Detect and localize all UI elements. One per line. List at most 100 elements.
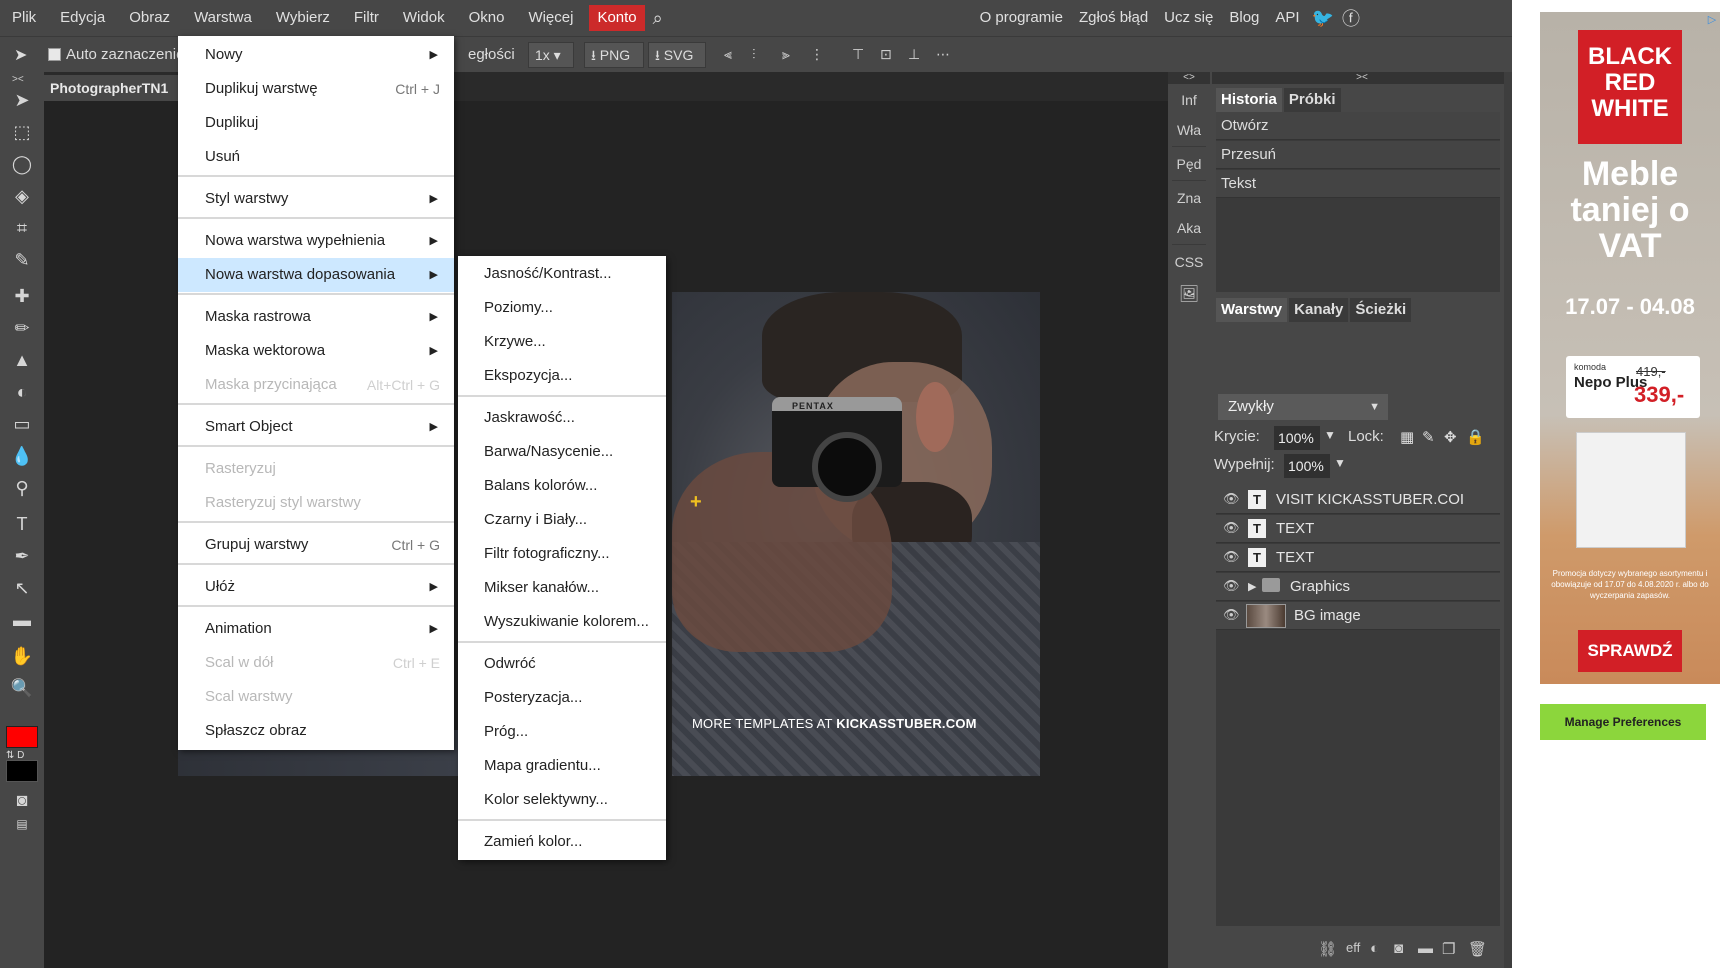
submenu-posterize[interactable]: Posteryzacja... — [458, 682, 666, 714]
history-entry[interactable]: Tekst — [1216, 170, 1500, 198]
account-button[interactable]: Konto — [589, 5, 645, 31]
align-left-icon[interactable]: ⫷ — [724, 46, 732, 63]
submenu-exposure[interactable]: Ekspozycja... — [458, 360, 666, 392]
side-tab-brush[interactable]: Pęd — [1168, 156, 1210, 172]
quick-select-icon[interactable]: ◈ — [10, 184, 34, 208]
history-entry[interactable]: Przesuń — [1216, 141, 1500, 169]
about-link[interactable]: O programie — [972, 0, 1071, 36]
ad-cta-button[interactable]: SPRAWDŹ — [1578, 630, 1682, 672]
submenu-vibrance[interactable]: Jaskrawość... — [458, 402, 666, 434]
panel-scrollbar[interactable] — [1504, 72, 1512, 968]
dodge-icon[interactable]: ⚲ — [10, 476, 34, 500]
submenu-curves[interactable]: Krzywe... — [458, 326, 666, 358]
submenu-photo-filter[interactable]: Filtr fotograficzny... — [458, 538, 666, 570]
tab-paths[interactable]: Ścieżki — [1350, 298, 1412, 322]
opacity-dropdown-icon[interactable]: ▼ — [1324, 428, 1336, 442]
shape-tool-icon[interactable]: ▬ — [10, 608, 34, 632]
auto-select-checkbox[interactable] — [48, 48, 61, 61]
menu-edycja[interactable]: Edycja — [48, 0, 117, 36]
tab-swatches[interactable]: Próbki — [1283, 88, 1341, 112]
fill-dropdown-icon[interactable]: ▼ — [1334, 456, 1346, 470]
ad-choices-icon[interactable]: ▷ — [1704, 12, 1720, 28]
foreground-color[interactable] — [6, 726, 38, 748]
lock-transparency-icon[interactable]: ▦ — [1400, 428, 1414, 446]
collapse-icon[interactable]: >< — [1212, 72, 1512, 84]
zoom-select[interactable]: 1x ▾ — [528, 42, 574, 68]
hand-tool-icon[interactable]: ✋ — [10, 644, 34, 668]
submenu-selective-color[interactable]: Kolor selektywny... — [458, 784, 666, 816]
side-tab-character[interactable]: Zna — [1168, 190, 1210, 206]
submenu-brightness-contrast[interactable]: Jasność/Kontrast... — [458, 258, 666, 290]
eye-icon[interactable]: 👁 — [1223, 578, 1240, 594]
menu-item-new-adjustment-layer[interactable]: Nowa warstwa dopasowania ▶ — [178, 258, 454, 292]
menu-item-smart-object[interactable]: Smart Object ▶ — [178, 410, 454, 444]
export-svg-button[interactable]: ⭳ SVG — [648, 42, 706, 68]
submenu-color-lookup[interactable]: Wyszukiwanie kolorem... — [458, 606, 666, 638]
layer-row[interactable]: 👁 ▶ Graphics — [1216, 573, 1500, 601]
canvas-image[interactable]: PENTAX MORE TEMPLATES AT KICKASSTUBER.CO… — [672, 292, 1040, 776]
stamp-icon[interactable]: ▲ — [10, 348, 34, 372]
menu-item-new[interactable]: Nowy ▶ — [178, 38, 454, 72]
menu-warstwa[interactable]: Warstwa — [182, 0, 264, 36]
tab-layers[interactable]: Warstwy — [1216, 298, 1288, 322]
background-color[interactable] — [6, 760, 38, 782]
menu-item-flatten[interactable]: Spłaszcz obraz — [178, 714, 454, 748]
menu-item-vector-mask[interactable]: Maska wektorowa ▶ — [178, 334, 454, 368]
api-link[interactable]: API — [1267, 0, 1307, 36]
brush-icon[interactable]: ✏ — [10, 316, 34, 340]
quick-mask-icon[interactable]: ◙ — [10, 788, 34, 812]
submenu-channel-mixer[interactable]: Mikser kanałów... — [458, 572, 666, 604]
submenu-hue-saturation[interactable]: Barwa/Nasycenie... — [458, 436, 666, 468]
submenu-invert[interactable]: Odwróć — [458, 648, 666, 680]
learn-link[interactable]: Ucz się — [1156, 0, 1221, 36]
crop-tool-icon[interactable]: ⌗ — [10, 216, 34, 240]
eye-icon[interactable]: 👁 — [1223, 491, 1240, 507]
new-folder-icon[interactable]: ▬ — [1418, 940, 1433, 957]
path-select-icon[interactable]: ↖ — [10, 576, 34, 600]
adjustment-icon[interactable]: ◐ — [1370, 940, 1379, 957]
menu-item-duplicate-layer[interactable]: Duplikuj warstwę Ctrl + J — [178, 72, 454, 106]
screen-mode-icon[interactable]: ▤ — [10, 812, 34, 836]
align-middle-icon[interactable]: ⊡ — [880, 46, 892, 63]
delete-layer-icon[interactable]: 🗑 — [1468, 940, 1487, 958]
image-icon[interactable]: 🖼 — [1168, 284, 1210, 304]
effects-button[interactable]: eff — [1346, 940, 1360, 955]
menu-item-duplicate[interactable]: Duplikuj — [178, 106, 454, 140]
advertisement[interactable]: BLACK RED WHITE Meble taniej o VAT 17.07… — [1540, 12, 1720, 684]
export-png-button[interactable]: ⭳ PNG — [584, 42, 644, 68]
history-entry[interactable]: Otwórz — [1216, 112, 1500, 140]
expand-icon[interactable]: <> — [1168, 72, 1210, 84]
eyedropper-icon[interactable]: ✎ — [10, 248, 34, 272]
side-tab-properties[interactable]: Wła — [1168, 122, 1210, 138]
eye-icon[interactable]: 👁 — [1223, 607, 1240, 623]
facebook-icon[interactable]: ⓕ — [1338, 5, 1364, 31]
blog-link[interactable]: Blog — [1221, 0, 1267, 36]
submenu-levels[interactable]: Poziomy... — [458, 292, 666, 324]
layer-row[interactable]: 👁 BG image — [1216, 602, 1500, 630]
move-tool-icon[interactable]: ➤ — [10, 88, 34, 112]
menu-item-raster-mask[interactable]: Maska rastrowa ▶ — [178, 300, 454, 334]
submenu-color-balance[interactable]: Balans kolorów... — [458, 470, 666, 502]
marquee-tool-icon[interactable]: ⬚ — [10, 120, 34, 144]
distribute-h-icon[interactable]: ⋮ — [810, 46, 824, 63]
side-tab-paragraph[interactable]: Aka — [1168, 220, 1210, 236]
menu-item-delete[interactable]: Usuń — [178, 140, 454, 174]
tab-channels[interactable]: Kanały — [1289, 298, 1349, 322]
side-tab-info[interactable]: Inf — [1168, 92, 1210, 108]
eraser-icon[interactable]: ◐ — [10, 380, 34, 404]
twitter-icon[interactable]: 🐦 — [1308, 8, 1338, 29]
mask-icon[interactable]: ◙ — [1394, 940, 1403, 957]
pen-tool-icon[interactable]: ✒ — [10, 544, 34, 568]
menu-item-new-fill-layer[interactable]: Nowa warstwa wypełnienia ▶ — [178, 224, 454, 258]
manage-preferences-button[interactable]: Manage Preferences — [1540, 704, 1706, 740]
layer-row[interactable]: 👁 T TEXT — [1216, 515, 1500, 543]
layer-row[interactable]: 👁 T VISIT KICKASSTUBER.COI — [1216, 486, 1500, 514]
align-right-icon[interactable]: ⫸ — [782, 46, 790, 63]
blend-mode-select[interactable]: Zwykły ▼ — [1218, 394, 1388, 420]
gradient-icon[interactable]: ▭ — [10, 412, 34, 436]
align-center-icon[interactable]: ⫶ — [752, 46, 756, 63]
align-bottom-icon[interactable]: ⊥ — [908, 46, 920, 63]
menu-plik[interactable]: Plik — [0, 0, 48, 36]
lasso-tool-icon[interactable]: ◯ — [10, 152, 34, 176]
blur-icon[interactable]: 💧 — [10, 444, 34, 468]
